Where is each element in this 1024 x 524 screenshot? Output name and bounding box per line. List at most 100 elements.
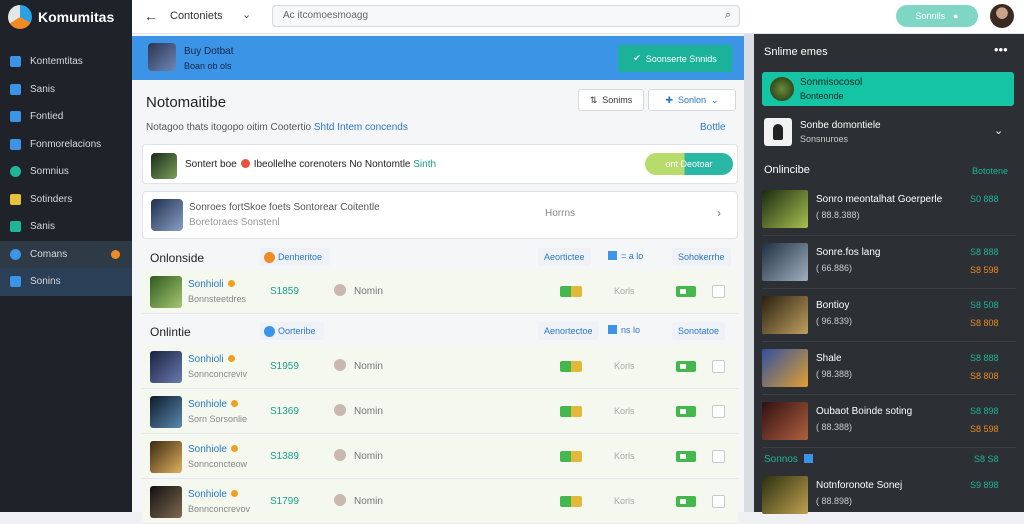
item-rank: Korls	[614, 451, 635, 461]
table-row[interactable]: Sonhioli Bonnsteetdres S1859 Nomin Korls	[142, 270, 738, 314]
bottom-left-label[interactable]: Sonnos	[764, 454, 813, 465]
section-header: Onlintie Oorteribe Aenortectoe ns lo Son…	[142, 319, 738, 345]
item-name-text: Sonhioli	[188, 279, 224, 290]
breadcrumb-title[interactable]: Contoniets	[170, 10, 223, 22]
sidebar-item-sotinders[interactable]: Sotinders	[0, 186, 132, 214]
game-list-item[interactable]: Notnforonote Sonej ( 88.898) S9 898	[762, 470, 1016, 522]
game-price: ( 98.388)	[816, 369, 853, 379]
checkbox-icon	[608, 251, 617, 260]
section-header: Onlonside Denheritoe Aeortictee = a lo S…	[142, 245, 738, 271]
search-icon[interactable]: ⌕	[725, 9, 731, 22]
item-user: Nomin	[354, 496, 383, 507]
back-arrow-icon[interactable]: ←	[144, 8, 158, 24]
row-checkbox[interactable]	[712, 450, 725, 463]
table-row[interactable]: Sonhiole Sonnconcteow S1389 Nomin Korls	[142, 435, 738, 479]
game-price: ( 88.8.388)	[816, 210, 860, 220]
toggle-switch[interactable]	[676, 406, 696, 417]
sidebar-item-comans[interactable]: Comans	[0, 240, 132, 268]
document-icon	[10, 111, 21, 123]
column-header[interactable]: Aenortectoe	[538, 322, 599, 340]
item-price: S1369	[270, 406, 299, 417]
sidebar-item-somnius[interactable]: Somnius	[0, 158, 132, 186]
status-dot-icon	[240, 159, 250, 168]
column-header-label: ns lo	[621, 325, 641, 335]
featured-card[interactable]: Sontert boe Ibeollelhe corenoters No Nont…	[142, 144, 738, 184]
star-icon	[230, 445, 238, 452]
game-stat-alt: S8 598	[970, 265, 999, 275]
user-title: Sonbe domontiele	[800, 120, 881, 131]
item-rank: Korls	[614, 361, 635, 371]
subtitle-link[interactable]: Shtd Intem concends	[314, 122, 408, 133]
row-checkbox[interactable]	[712, 405, 725, 418]
search-input[interactable]: Ac itcomoesmoagg ⌕	[272, 5, 740, 27]
status-chip	[560, 406, 582, 417]
checkbox-icon	[608, 325, 617, 334]
section-link[interactable]: Bototene	[972, 166, 1008, 176]
game-list-item[interactable]: Sonre.fos lang ( 66.886) S8 888 S8 598	[762, 237, 1016, 289]
info-card[interactable]: Sonroes fortSkoe foets Sontorear Coitent…	[142, 191, 738, 239]
toggle-switch[interactable]	[676, 361, 696, 372]
column-header[interactable]: Aeortictee	[538, 248, 591, 266]
row-checkbox[interactable]	[712, 495, 725, 508]
section-tag[interactable]: Denheritoe	[260, 248, 331, 266]
column-header[interactable]: = a lo	[608, 251, 643, 261]
sidebar-item-sanis[interactable]: Sanis	[0, 76, 132, 104]
user-avatar[interactable]	[990, 4, 1014, 28]
game-list-item[interactable]: Oubaot Boinde soting ( 88.388) S8 898 S8…	[762, 396, 1016, 448]
game-stat: S9 898	[970, 480, 999, 490]
chevron-right-icon[interactable]: ›	[717, 206, 721, 220]
row-checkbox[interactable]	[712, 360, 725, 373]
featured-avatar	[151, 153, 177, 179]
chevron-down-icon[interactable]: ⌄	[242, 8, 251, 21]
sidebar-item-sonins[interactable]: Sonins	[0, 268, 132, 296]
sort-button[interactable]: ⇅ Sonims	[578, 89, 644, 111]
star-icon	[230, 490, 238, 497]
right-link[interactable]: Bottle	[700, 122, 726, 133]
toggle-switch[interactable]	[676, 496, 696, 507]
action-pill-button[interactable]: Sonnils ●	[896, 5, 978, 27]
table-row[interactable]: Sonhioli Sonnconcreviv S1959 Nomin Korls	[142, 345, 738, 389]
item-user: Nomin	[354, 406, 383, 417]
column-header[interactable]: Sonotatoe	[672, 322, 726, 340]
game-thumbnail	[762, 349, 808, 387]
column-header[interactable]: Sohokerrhe	[672, 248, 731, 266]
table-row[interactable]: Sonhiole Bonnconcrevov S1799 Nomin Korls	[142, 480, 738, 524]
game-list-item[interactable]: Bontioy ( 96.839) S8 508 S8 808	[762, 290, 1016, 342]
hero-subtitle: Boan ob ols	[184, 61, 232, 71]
sidebar-item-sanis-2[interactable]: Sanis	[0, 213, 132, 241]
game-list-item[interactable]: Sonro meontalhat Goerperle ( 88.8.388) S…	[762, 184, 1016, 236]
item-name: Sonhioli	[188, 279, 235, 290]
grid-icon	[10, 138, 21, 150]
highlight-item[interactable]: Sonmisocosol Bonteonde	[762, 72, 1014, 106]
chevron-down-icon[interactable]: ⌄	[994, 124, 1003, 137]
game-list-item[interactable]: Shale ( 98.388) S8 888 S8 808	[762, 343, 1016, 395]
brand[interactable]: Komumitas	[0, 0, 132, 34]
item-name: Sonhiole	[188, 489, 238, 500]
user-selector[interactable]: Sonbe domontiele Sonsnuroes ⌄	[762, 114, 1014, 150]
more-options-icon[interactable]: •••	[994, 42, 1008, 57]
sidebar-item-label: Sotinders	[30, 193, 73, 205]
section-tag[interactable]: Oorteribe	[260, 322, 324, 340]
sidebar-item-kontemtitas[interactable]: Kontemtitas	[0, 48, 132, 76]
sidebar-item-fontied[interactable]: Fontied	[0, 103, 132, 131]
highlight-avatar	[770, 77, 794, 101]
table-row[interactable]: Sonhiole Sorn Sorsonlie S1369 Nomin Korl…	[142, 390, 738, 434]
community-icon	[10, 56, 21, 68]
game-price: ( 88.388)	[816, 422, 853, 432]
toggle-switch[interactable]	[676, 286, 696, 297]
game-thumbnail	[762, 402, 808, 440]
section-label: Onlintie	[150, 325, 191, 339]
game-stat-alt: S8 808	[970, 318, 999, 328]
sidebar-item-fonmorelacions[interactable]: Fonmorelacions	[0, 131, 132, 159]
sidebar-item-label: Kontemtitas	[30, 56, 83, 68]
column-header[interactable]: ns lo	[608, 325, 640, 335]
toggle-switch[interactable]	[676, 451, 696, 462]
filter-button[interactable]: ✚ Sonlon ⌄	[648, 89, 736, 111]
item-rank: Korls	[614, 406, 635, 416]
game-stat-alt: S8 598	[970, 424, 999, 434]
bottom-right-label: S8 S8	[974, 454, 999, 464]
featured-action-button[interactable]: ont Deotoar	[645, 153, 733, 175]
game-thumbnail	[762, 296, 808, 334]
hero-action-button[interactable]: ✔ Soonserte Snnids	[618, 45, 732, 72]
row-checkbox[interactable]	[712, 285, 725, 298]
